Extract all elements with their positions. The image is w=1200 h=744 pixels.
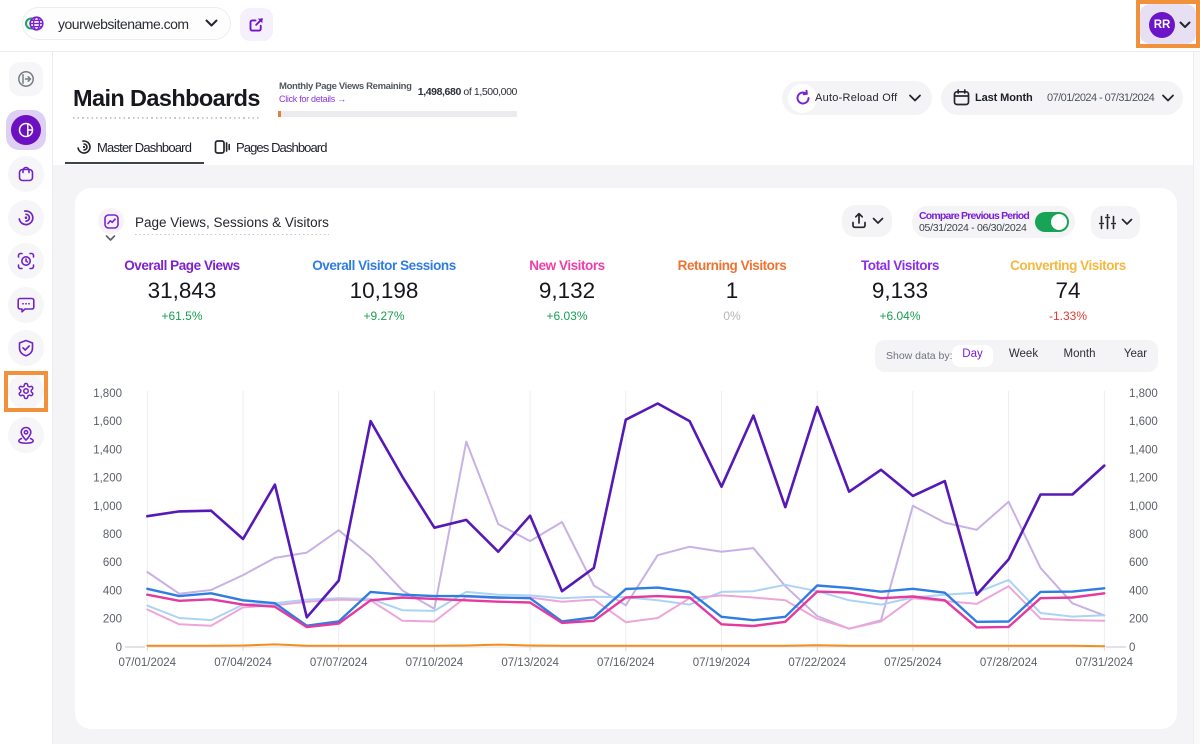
svg-text:0: 0 (1129, 642, 1135, 654)
svg-text:07/04/2024: 07/04/2024 (214, 657, 272, 669)
svg-text:600: 600 (103, 557, 122, 569)
svg-text:200: 200 (103, 614, 122, 626)
svg-text:07/16/2024: 07/16/2024 (597, 657, 655, 669)
svg-text:600: 600 (1129, 557, 1148, 569)
svg-text:0: 0 (116, 642, 122, 654)
svg-text:1,600: 1,600 (1129, 416, 1158, 428)
svg-text:07/22/2024: 07/22/2024 (788, 657, 846, 669)
svg-text:400: 400 (103, 586, 122, 598)
svg-text:07/13/2024: 07/13/2024 (501, 657, 559, 669)
svg-text:07/10/2024: 07/10/2024 (406, 657, 464, 669)
svg-text:07/28/2024: 07/28/2024 (980, 657, 1038, 669)
svg-text:1,600: 1,600 (93, 416, 122, 428)
svg-text:07/19/2024: 07/19/2024 (693, 657, 751, 669)
svg-text:07/01/2024: 07/01/2024 (119, 657, 177, 669)
svg-text:1,400: 1,400 (1129, 444, 1158, 456)
svg-text:1,200: 1,200 (93, 473, 122, 485)
svg-text:07/31/2024: 07/31/2024 (1076, 657, 1134, 669)
svg-text:1,800: 1,800 (1129, 388, 1158, 400)
svg-text:1,000: 1,000 (1129, 501, 1158, 513)
svg-text:800: 800 (103, 529, 122, 541)
svg-text:1,200: 1,200 (1129, 473, 1158, 485)
svg-text:07/07/2024: 07/07/2024 (310, 657, 368, 669)
svg-text:1,000: 1,000 (93, 501, 122, 513)
svg-text:400: 400 (1129, 586, 1148, 598)
svg-text:07/25/2024: 07/25/2024 (884, 657, 942, 669)
svg-text:1,400: 1,400 (93, 444, 122, 456)
svg-text:200: 200 (1129, 614, 1148, 626)
svg-text:1,800: 1,800 (93, 388, 122, 400)
svg-text:800: 800 (1129, 529, 1148, 541)
